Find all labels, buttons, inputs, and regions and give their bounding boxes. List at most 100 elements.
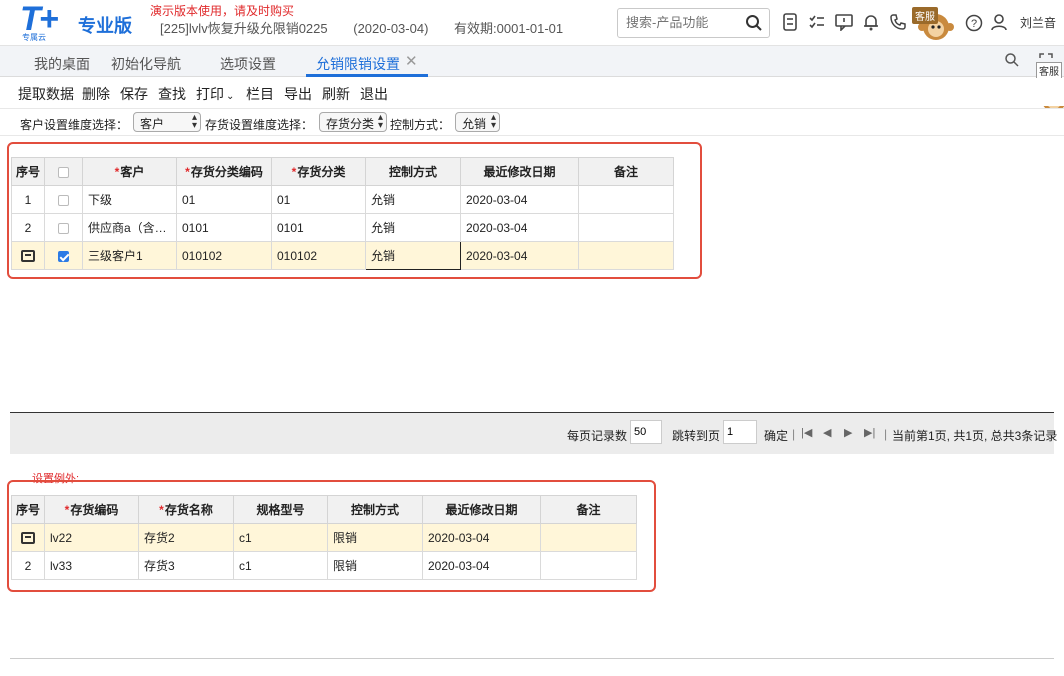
col-inv-class-code[interactable]: *存货分类编码 bbox=[176, 157, 272, 186]
tplus-logo[interactable]: T+ 专属云 bbox=[20, 0, 72, 42]
message-icon[interactable] bbox=[834, 12, 853, 31]
search-input[interactable] bbox=[626, 15, 746, 30]
tab-sales-restriction[interactable]: 允销限销设置 bbox=[316, 54, 400, 74]
per-page-label: 每页记录数 bbox=[567, 429, 628, 443]
row-select-cell[interactable] bbox=[44, 213, 83, 242]
col-customer[interactable]: *客户 bbox=[82, 157, 177, 186]
cell-inv-class[interactable]: 0101 bbox=[271, 213, 366, 242]
select-all-checkbox[interactable] bbox=[58, 166, 69, 178]
select-arrows-icon: ▴ ▾ bbox=[490, 112, 496, 131]
per-page-input[interactable] bbox=[630, 420, 662, 444]
cell-customer[interactable]: 下级 bbox=[82, 185, 177, 214]
prev-page-icon[interactable]: ◀ bbox=[823, 426, 831, 439]
cell-control[interactable]: 限销 bbox=[327, 551, 423, 580]
cell-control[interactable]: 允销 bbox=[365, 213, 461, 242]
search-icon[interactable] bbox=[745, 14, 763, 35]
cell-control[interactable]: 限销 bbox=[327, 523, 423, 552]
col-inv-name[interactable]: *存货名称 bbox=[138, 495, 234, 524]
col-inv-name-label: 存货名称 bbox=[164, 503, 213, 517]
phone-icon[interactable] bbox=[888, 12, 907, 31]
jump-confirm-button[interactable]: 确定 bbox=[764, 427, 788, 444]
table-row[interactable]: 1 下级 01 01 允销 2020-03-04 bbox=[11, 185, 674, 214]
cell-inv-class-code[interactable]: 01 bbox=[176, 185, 272, 214]
inventory-dim-select[interactable]: 存货分类 ▴ ▾ bbox=[319, 112, 387, 132]
col-modified[interactable]: 最近修改日期 bbox=[422, 495, 541, 524]
jump-page-input[interactable] bbox=[723, 420, 757, 444]
row-checkbox[interactable] bbox=[58, 222, 69, 234]
cell-spec[interactable]: c1 bbox=[233, 551, 328, 580]
first-page-icon[interactable]: |◀ bbox=[801, 426, 812, 439]
export-button[interactable]: 导出 bbox=[284, 84, 312, 104]
cell-customer[interactable]: 三级客户1 bbox=[82, 241, 177, 270]
account-name: [225]lvlv恢复升级允限销0225 bbox=[160, 21, 328, 36]
user-icon[interactable] bbox=[990, 13, 1008, 34]
tab-init-nav[interactable]: 初始化导航 bbox=[111, 54, 181, 74]
active-tab-indicator bbox=[306, 74, 428, 77]
columns-button[interactable]: 栏目 bbox=[246, 84, 274, 104]
col-control[interactable]: 控制方式 bbox=[365, 157, 461, 186]
save-button[interactable]: 保存 bbox=[120, 84, 148, 104]
kefu-mascot[interactable]: 客服 bbox=[910, 5, 960, 43]
table-row-current[interactable]: 三级客户1 010102 010102 允销 2020-03-04 bbox=[11, 241, 674, 270]
tab-search-icon[interactable] bbox=[1004, 52, 1020, 71]
col-spec[interactable]: 规格型号 bbox=[233, 495, 328, 524]
delete-button[interactable]: 删除 bbox=[82, 84, 110, 104]
cell-inv-class-code[interactable]: 010102 bbox=[176, 241, 272, 270]
cell-remark[interactable] bbox=[578, 213, 674, 242]
calculator-icon[interactable] bbox=[780, 12, 799, 31]
required-mark: * bbox=[64, 503, 70, 517]
cell-inv-class[interactable]: 01 bbox=[271, 185, 366, 214]
cell-remark[interactable] bbox=[540, 523, 637, 552]
cell-inv-class-code[interactable]: 0101 bbox=[176, 213, 272, 242]
search-box[interactable] bbox=[617, 8, 770, 38]
table-row-current[interactable]: lv22 存货2 c1 限销 2020-03-04 bbox=[11, 523, 637, 552]
print-button[interactable]: 打印 ⌄ bbox=[196, 84, 234, 104]
row-select-cell[interactable] bbox=[44, 185, 83, 214]
bell-icon[interactable] bbox=[861, 12, 880, 31]
customer-rule-grid: 序号 *客户 *存货分类编码 *存货分类 控制方式 最近修改日期 备注 1 下级… bbox=[11, 157, 674, 270]
cell-remark[interactable] bbox=[578, 185, 674, 214]
cell-control-editing[interactable]: 允销 bbox=[365, 241, 461, 270]
col-inv-code[interactable]: *存货编码 bbox=[44, 495, 139, 524]
control-mode-select[interactable]: 允销 ▴ ▾ bbox=[455, 112, 500, 132]
task-list-icon[interactable] bbox=[807, 12, 826, 31]
col-inv-class[interactable]: *存货分类 bbox=[271, 157, 366, 186]
col-remark[interactable]: 备注 bbox=[578, 157, 674, 186]
col-select-all[interactable] bbox=[44, 157, 83, 186]
table-row[interactable]: 2 lv33 存货3 c1 限销 2020-03-04 bbox=[11, 551, 637, 580]
cell-customer[interactable]: 供应商a（含… bbox=[82, 213, 177, 242]
col-modified[interactable]: 最近修改日期 bbox=[460, 157, 579, 186]
col-control[interactable]: 控制方式 bbox=[327, 495, 423, 524]
last-page-icon[interactable]: ▶| bbox=[864, 426, 875, 439]
table-row[interactable]: 2 供应商a（含… 0101 0101 允销 2020-03-04 bbox=[11, 213, 674, 242]
cell-remark[interactable] bbox=[540, 551, 637, 580]
cell-control[interactable]: 允销 bbox=[365, 185, 461, 214]
exit-button[interactable]: 退出 bbox=[360, 84, 388, 104]
cell-inv-name[interactable]: 存货2 bbox=[138, 523, 234, 552]
cell-modified: 2020-03-04 bbox=[460, 213, 579, 242]
inventory-dim-value: 存货分类 bbox=[326, 117, 375, 131]
cell-inv-code[interactable]: lv33 bbox=[44, 551, 139, 580]
pager-divider: | bbox=[884, 427, 888, 441]
cell-inv-name[interactable]: 存货3 bbox=[138, 551, 234, 580]
row-select-cell[interactable] bbox=[44, 241, 83, 270]
cell-spec[interactable]: c1 bbox=[233, 523, 328, 552]
pager-status: 当前第1页, 共1页, 总共3条记录 bbox=[892, 429, 1058, 443]
user-name[interactable]: 刘兰音 bbox=[1020, 14, 1056, 31]
refresh-button[interactable]: 刷新 bbox=[322, 84, 350, 104]
cell-inv-class[interactable]: 010102 bbox=[271, 241, 366, 270]
row-checkbox-checked[interactable] bbox=[58, 250, 69, 262]
tab-close-icon[interactable]: ✕ bbox=[405, 52, 418, 70]
next-page-icon[interactable]: ▶ bbox=[844, 426, 852, 439]
help-icon[interactable]: ? bbox=[964, 13, 983, 32]
cell-inv-code[interactable]: lv22 bbox=[44, 523, 139, 552]
cell-modified: 2020-03-04 bbox=[460, 241, 579, 270]
row-checkbox[interactable] bbox=[58, 194, 69, 206]
cell-remark[interactable] bbox=[578, 241, 674, 270]
tab-option-settings[interactable]: 选项设置 bbox=[220, 54, 276, 74]
find-button[interactable]: 查找 bbox=[158, 84, 186, 104]
tab-my-desktop[interactable]: 我的桌面 bbox=[34, 54, 90, 74]
fetch-data-button[interactable]: 提取数据 bbox=[18, 84, 74, 104]
col-remark[interactable]: 备注 bbox=[540, 495, 637, 524]
customer-dim-select[interactable]: 客户 ▴ ▾ bbox=[133, 112, 201, 132]
